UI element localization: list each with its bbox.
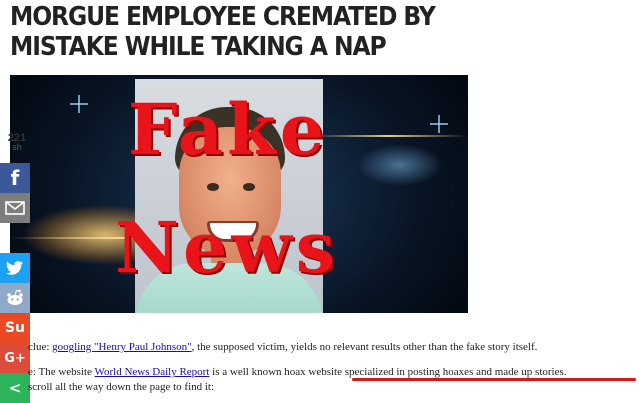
reddit-share-button[interactable] <box>0 283 30 313</box>
googling-henry-paul-johnson-link[interactable]: googling "Henry Paul Johnson" <box>52 341 191 353</box>
twitter-share-button[interactable] <box>0 253 30 283</box>
facebook-icon: f <box>10 166 20 190</box>
article-headline: MORGUE EMPLOYEE CREMATED BY MISTAKE WHIL… <box>10 2 436 62</box>
clue-suffix: , the supposed victim, yields no relevan… <box>191 341 538 353</box>
note-suffix: is a well known hoax website specialized… <box>209 366 567 378</box>
headline-line-2: MISTAKE WHILE TAKING A NAP <box>10 32 387 62</box>
red-highlight-underline <box>352 378 636 381</box>
world-news-daily-report-link[interactable]: World News Daily Report <box>95 366 210 378</box>
googleplus-share-button[interactable]: G+ <box>0 343 30 373</box>
stumbleupon-share-button[interactable]: Su <box>0 313 30 343</box>
envelope-icon <box>5 201 25 215</box>
share-count-label: sh <box>12 142 22 152</box>
body-paragraph-clue: clue: googling "Henry Paul Johnson", the… <box>28 340 537 354</box>
photo-eye <box>207 183 219 191</box>
fake-stamp-text: Fake <box>128 88 329 171</box>
sparkle-decoration <box>430 115 448 133</box>
social-share-sidebar: 221 sh f Su G+ < <box>0 133 34 403</box>
stumbleupon-icon: Su <box>4 320 26 336</box>
headline-line-1: MORGUE EMPLOYEE CREMATED BY <box>10 2 436 32</box>
facebook-share-button[interactable]: f <box>0 163 30 193</box>
googleplus-icon: G+ <box>4 350 26 366</box>
photo-eye <box>243 183 255 191</box>
note-prefix: e: The website <box>28 366 95 378</box>
body-paragraph-note: e: The website World News Daily Report i… <box>28 365 567 379</box>
reddit-alien-icon <box>7 289 23 305</box>
twitter-bird-icon <box>6 261 23 275</box>
sparkle-decoration <box>70 95 88 113</box>
news-stamp-text: News <box>115 206 340 289</box>
light-streak <box>310 135 468 137</box>
body-paragraph-scroll: scroll all the way down the page to find… <box>28 381 215 393</box>
share-icon: < <box>8 379 22 397</box>
share-count: 221 sh <box>2 133 32 152</box>
email-share-button[interactable] <box>0 193 30 223</box>
clue-prefix: clue: <box>28 341 53 353</box>
